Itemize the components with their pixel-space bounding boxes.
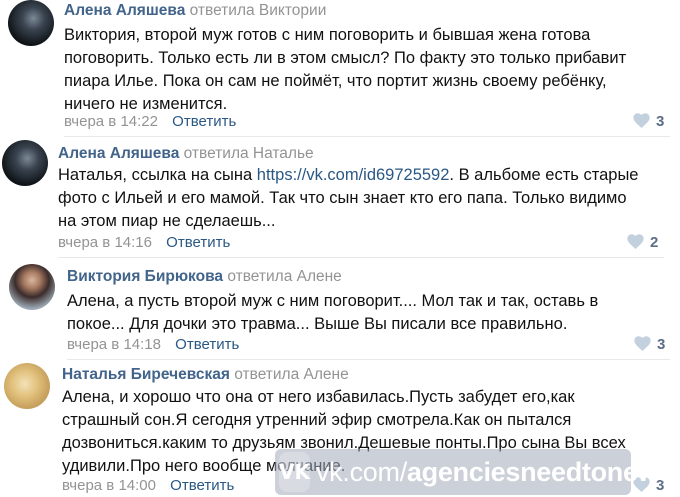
comment-meta: вчера в 14:18 Ответить <box>67 336 239 353</box>
text-line: пиара Илье. Пока он сам не поймёт, что п… <box>64 72 607 90</box>
comment-text: Алена, а пусть второй муж с ним поговори… <box>67 290 667 336</box>
divider <box>58 257 664 258</box>
text-line: Алена, а пусть второй муж с ним поговори… <box>67 292 599 310</box>
comment-header: Алена Аляшева ответила Наталье <box>58 145 314 163</box>
heart-icon <box>634 336 651 351</box>
text-line: поговорить. Только есть ли в этом смысл?… <box>64 49 627 67</box>
comment-meta: вчера в 14:16 Ответить <box>58 234 230 251</box>
reply-to[interactable]: ответила Наталье <box>184 145 314 162</box>
vk-logo-icon: VK <box>279 452 310 492</box>
watermark-prefix: vk.com/ <box>315 456 407 487</box>
avatar[interactable] <box>4 363 50 409</box>
comment-header: Виктория Бирюкова ответила Алене <box>67 268 342 286</box>
like-count: 3 <box>657 336 666 353</box>
text-line: на этом пиар не сделаешь... <box>58 212 276 230</box>
avatar[interactable] <box>2 140 48 186</box>
reply-to[interactable]: ответила Виктории <box>190 2 327 19</box>
author-name[interactable]: Алена Аляшева <box>64 2 185 19</box>
like-button[interactable]: 3 <box>634 336 665 353</box>
avatar[interactable] <box>9 264 55 310</box>
comment-text: Наталья, ссылка на сына https://vk.com/i… <box>58 164 668 233</box>
text-line: фото с Ильей и его мамой. Так что сын зн… <box>58 189 627 207</box>
reply-to[interactable]: ответила Алене <box>227 268 341 285</box>
text-line: Алена, и хорошо что она от него избавила… <box>62 388 575 406</box>
text-line: покое... Для дочки это травма... Выше Вы… <box>67 315 568 333</box>
like-count: 2 <box>650 234 659 251</box>
watermark: VK vk.com/agenciesneedtonews <box>275 449 673 495</box>
text-line: Наталья, ссылка на сына https://vk.com/i… <box>58 164 668 187</box>
divider <box>64 136 670 137</box>
watermark-site: agenciesneedtonews <box>406 456 674 487</box>
reply-button[interactable]: Ответить <box>170 477 234 494</box>
avatar[interactable] <box>8 0 54 46</box>
timestamp[interactable]: вчера в 14:22 <box>64 113 158 130</box>
heart-icon <box>633 113 650 128</box>
comment-header: Алена Аляшева ответила Виктории <box>64 2 326 20</box>
reply-button[interactable]: Ответить <box>172 113 236 130</box>
timestamp[interactable]: вчера в 14:00 <box>62 477 156 494</box>
heart-icon <box>627 234 644 249</box>
author-name[interactable]: Наталья Биречевская <box>62 366 230 383</box>
timestamp[interactable]: вчера в 14:18 <box>67 336 161 353</box>
text-fragment: . В альбоме есть старые <box>449 166 639 184</box>
comment-meta: вчера в 14:00 Ответить <box>62 477 234 494</box>
like-button[interactable]: 3 <box>633 113 664 130</box>
reply-to[interactable]: ответила Алене <box>234 366 348 383</box>
like-button[interactable]: 2 <box>627 234 658 251</box>
text-line: страшный сон.Я сегодня утренний эфир смо… <box>62 411 572 429</box>
reply-button[interactable]: Ответить <box>175 336 239 353</box>
author-name[interactable]: Виктория Бирюкова <box>67 268 223 285</box>
author-name[interactable]: Алена Аляшева <box>58 145 179 162</box>
comment-meta: вчера в 14:22 Ответить <box>64 113 236 130</box>
text-fragment: Наталья, ссылка на сына <box>58 166 257 184</box>
comment-text: Виктория, второй муж готов с ним поговор… <box>64 24 664 116</box>
watermark-text: vk.com/agenciesneedtonews <box>316 457 673 488</box>
like-count: 3 <box>656 113 665 130</box>
comment-header: Наталья Биречевская ответила Алене <box>62 366 349 384</box>
text-line: Виктория, второй муж готов с ним поговор… <box>64 26 591 44</box>
profile-link[interactable]: https://vk.com/id69725592 <box>257 166 450 184</box>
timestamp[interactable]: вчера в 14:16 <box>58 234 152 251</box>
reply-button[interactable]: Ответить <box>166 234 230 251</box>
divider <box>67 359 670 360</box>
